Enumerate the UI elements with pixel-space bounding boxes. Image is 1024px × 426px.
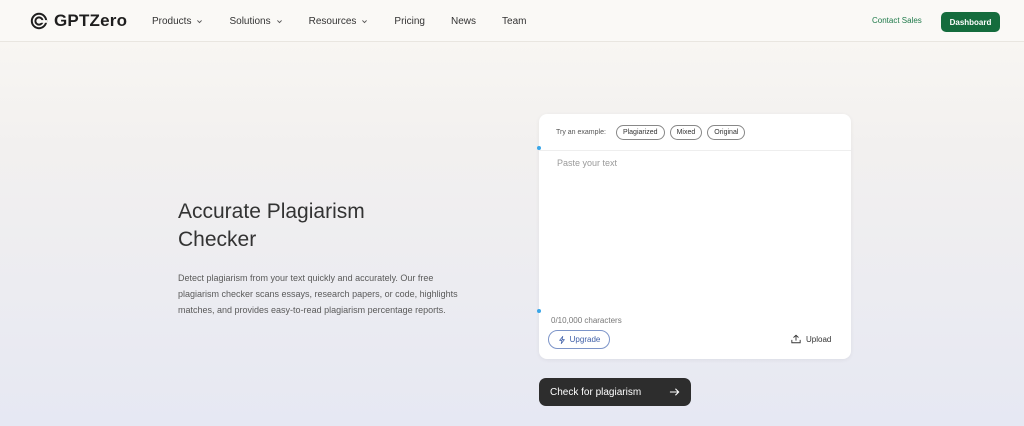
menu-solutions-label: Solutions [229,15,271,27]
menu-news-label: News [451,15,477,27]
menu-resources-label: Resources [308,15,357,27]
menu-products-label: Products [152,15,192,27]
menu-products[interactable]: Products [152,16,203,27]
lightning-icon [558,335,565,344]
menu-resources[interactable]: Resources [309,16,369,27]
example-bar: Try an example: Plagiarized Mixed Origin… [539,114,851,151]
example-original-chip[interactable]: Original [707,124,746,140]
dashboard-button[interactable]: Dashboard [941,12,1000,32]
upload-label: Upload [806,334,832,344]
chevron-down-icon [362,19,368,23]
contact-sales-link[interactable]: Contact Sales [872,16,922,25]
hero-description: Detect plagiarism from your text quickly… [178,273,458,315]
logo[interactable]: GPTZero [30,11,127,31]
check-plagiarism-button[interactable]: Check for plagiarism [539,378,691,406]
example-mixed-chip[interactable]: Mixed [669,124,703,140]
example-plagiarized-chip[interactable]: Plagiarized [615,124,665,140]
logo-text: GPTZero [54,11,128,30]
upgrade-button[interactable]: Upgrade [548,330,610,349]
menu-pricing[interactable]: Pricing [394,16,425,27]
menu-pricing-label: Pricing [394,15,425,27]
chevron-down-icon [276,19,282,23]
menu-team-label: Team [502,15,527,27]
text-input-area[interactable]: Paste your text [557,158,837,308]
chevron-down-icon [197,19,203,23]
try-example-label: Try an example: [556,128,606,136]
resize-handle-top[interactable] [537,146,541,150]
menu-team[interactable]: Team [502,16,526,27]
main-menu: Products Solutions Resources Pricing New… [152,0,552,42]
arrow-right-icon [669,388,680,396]
character-count: 0/10,000 characters [551,316,622,325]
upload-button[interactable]: Upload [791,334,831,344]
top-navbar: GPTZero Products Solutions Resources Pri… [0,0,1024,42]
upgrade-label: Upgrade [569,335,601,344]
page-title: Accurate Plagiarism Checker [178,200,365,251]
menu-solutions[interactable]: Solutions [229,16,282,27]
menu-news[interactable]: News [451,16,476,27]
upload-icon [791,334,801,344]
check-plagiarism-label: Check for plagiarism [550,386,642,398]
checker-card: Try an example: Plagiarized Mixed Origin… [539,114,851,359]
resize-handle-bottom[interactable] [537,309,541,313]
gptzero-logo-icon [30,12,48,30]
